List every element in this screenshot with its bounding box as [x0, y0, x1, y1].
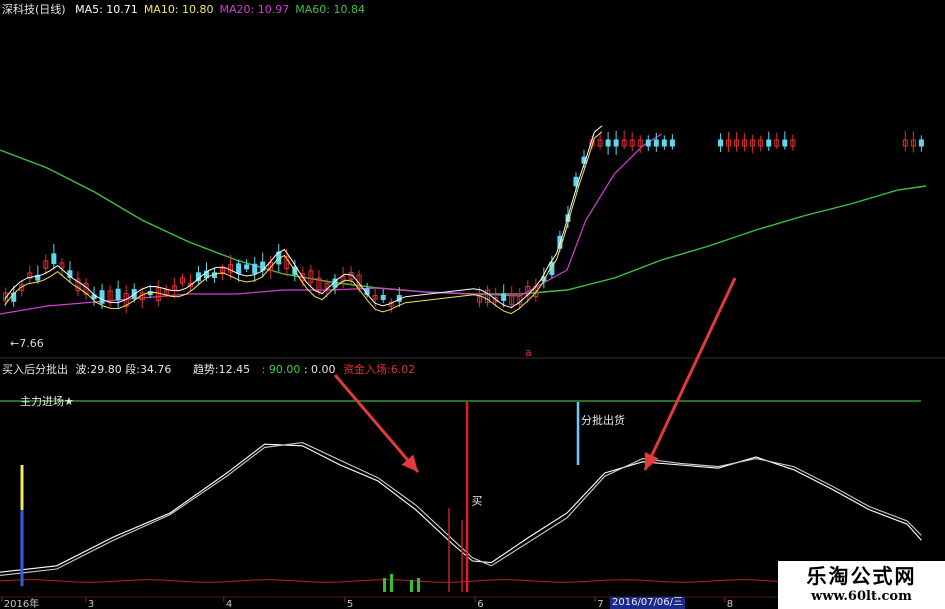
ma60-line: [0, 149, 927, 295]
candle-body: [645, 139, 651, 147]
x-tick-label: 5: [347, 599, 353, 609]
ref-line-label: 主力进场★: [20, 395, 74, 408]
candle-body: [99, 290, 105, 304]
fund-bar: [390, 574, 393, 592]
stock-chart: 2016年 3 4 5 6 7 8: [0, 125, 945, 609]
low-price-label: ←7.66: [10, 337, 44, 350]
x-tick-label: 8: [727, 599, 733, 609]
candle-body: [718, 139, 724, 147]
candle-body: [252, 263, 258, 274]
sell-label: 分批出货: [581, 414, 625, 427]
watermark: 乐淘公式网 www.60lt.com: [778, 561, 945, 609]
x-tick-label: 2016年: [4, 597, 39, 609]
candle-body: [501, 293, 507, 301]
candle-body: [605, 139, 611, 147]
candle-body: [653, 139, 659, 147]
candle-body: [669, 139, 675, 147]
x-tick-label: 6: [477, 599, 483, 609]
x-tick-label: 7: [597, 599, 603, 609]
candle-body: [380, 294, 386, 301]
candle-body: [115, 288, 121, 301]
x-tick-label: 4: [226, 599, 232, 609]
candle-body: [782, 139, 788, 147]
candle-body: [236, 263, 242, 274]
candle-body: [613, 139, 619, 147]
bottom-marker: a: [525, 346, 532, 359]
indicator-line-2: [0, 442, 922, 576]
watermark-title: 乐淘公式网: [806, 564, 917, 588]
arrow-to-sell: [643, 277, 737, 471]
candle-body: [766, 139, 772, 147]
ma20-line: [0, 133, 662, 315]
buy-label: 买: [470, 495, 483, 506]
candle-body: [918, 139, 924, 147]
cursor-date: 2016/07/06/三: [610, 597, 686, 609]
fund-bar: [417, 578, 420, 592]
fund-bar: [410, 580, 413, 592]
arrow-to-buy: [333, 374, 420, 473]
candle-body: [244, 264, 250, 270]
x-tick-label: 3: [88, 599, 94, 609]
candle-body: [51, 253, 57, 265]
candle-body: [661, 139, 667, 147]
indicator-line-1: [0, 443, 922, 573]
watermark-url: www.60lt.com: [811, 589, 912, 604]
fund-bar: [383, 578, 386, 592]
